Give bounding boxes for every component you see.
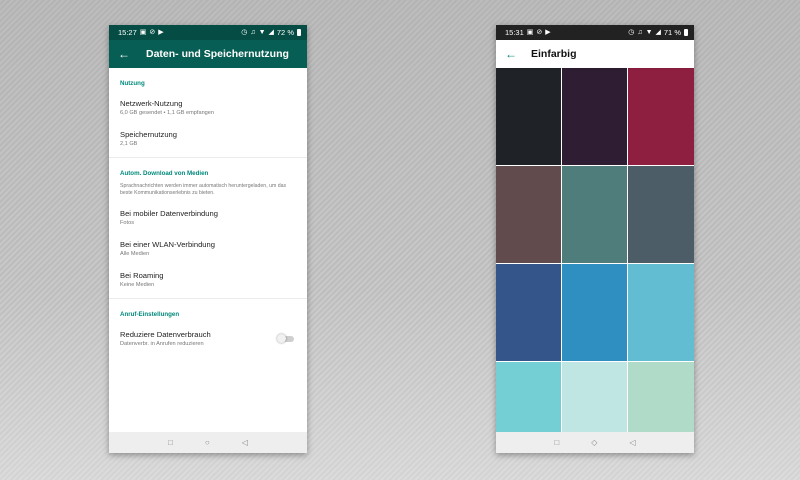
page-title: Daten- und Speichernutzung: [146, 48, 289, 60]
image-notification-icon: ▣: [526, 29, 534, 36]
color-swatch[interactable]: [628, 166, 694, 263]
setting-network-usage[interactable]: Netzwerk-Nutzung 6,0 GB gesendet • 1,1 G…: [109, 93, 307, 124]
color-swatch[interactable]: [628, 68, 694, 165]
setting-title: Bei Roaming: [120, 271, 164, 280]
battery-icon: [297, 29, 301, 36]
reduce-data-toggle[interactable]: [277, 333, 294, 343]
setting-title: Netzwerk-Nutzung: [120, 99, 183, 108]
check-circle-icon: ⊘: [536, 29, 543, 36]
color-swatch[interactable]: [562, 68, 627, 165]
section-note: Sprachnachrichten werden immer automatis…: [120, 183, 287, 196]
setting-wifi[interactable]: Bei einer WLAN-Verbindung Alle Medien: [109, 234, 307, 265]
android-nav-bar: □ ◇ ◁: [496, 432, 694, 453]
setting-subtitle: Datenverbr. in Anrufen reduzieren: [120, 341, 204, 347]
phone-data-settings: 15:27 ▣ ⊘ ▶ ◷ ♫ ▼ ◢ 72 % ← Daten- und Sp…: [109, 25, 307, 453]
color-swatch-grid: [496, 68, 694, 432]
status-bar: 15:27 ▣ ⊘ ▶ ◷ ♫ ▼ ◢ 72 %: [109, 25, 307, 40]
status-time: 15:27: [118, 28, 137, 37]
setting-title: Speichernutzung: [120, 130, 177, 139]
play-store-icon: ▶: [545, 29, 551, 36]
color-swatch[interactable]: [628, 264, 694, 361]
signal-icon: ◢: [268, 29, 274, 36]
color-swatch[interactable]: [496, 264, 561, 361]
android-nav-bar: □ ○ ◁: [109, 432, 307, 453]
setting-roaming[interactable]: Bei Roaming Keine Medien: [109, 265, 307, 296]
page-title: Einfarbig: [531, 48, 577, 60]
color-swatch[interactable]: [562, 166, 627, 263]
setting-subtitle: Alle Medien: [120, 251, 150, 257]
triangle-back-icon[interactable]: ◁: [242, 438, 248, 447]
square-icon[interactable]: □: [168, 438, 173, 447]
battery-icon: [684, 29, 688, 36]
arrow-left-icon[interactable]: ←: [118, 48, 140, 60]
battery-text: 72 %: [276, 28, 294, 37]
play-store-icon: ▶: [158, 29, 164, 36]
arrow-left-icon[interactable]: ←: [505, 48, 527, 60]
toggle-knob: [277, 333, 286, 343]
setting-subtitle: 2,1 GB: [120, 141, 138, 147]
section-header-auto-download: Autom. Download von Medien: [120, 170, 209, 177]
circle-icon[interactable]: ○: [205, 438, 210, 447]
color-swatch[interactable]: [496, 68, 561, 165]
setting-title: Bei mobiler Datenverbindung: [120, 209, 218, 218]
triangle-back-icon[interactable]: ◁: [629, 438, 635, 447]
wifi-icon: ▼: [645, 29, 653, 36]
check-circle-icon: ⊘: [149, 29, 156, 36]
app-bar: ← Einfarbig: [496, 40, 694, 68]
setting-reduce-data[interactable]: Reduziere Datenverbrauch Datenverbr. in …: [109, 324, 307, 355]
battery-text: 71 %: [663, 28, 681, 37]
alarm-icon: ◷: [241, 29, 248, 36]
mute-icon: ♫: [250, 29, 256, 36]
color-swatch[interactable]: [562, 264, 627, 361]
alarm-icon: ◷: [628, 29, 635, 36]
setting-title: Bei einer WLAN-Verbindung: [120, 240, 215, 249]
setting-subtitle: 6,0 GB gesendet • 1,1 GB empfangen: [120, 110, 215, 116]
signal-icon: ◢: [655, 29, 661, 36]
status-time: 15:31: [505, 28, 524, 37]
app-bar: ← Daten- und Speichernutzung: [109, 40, 307, 68]
color-swatch[interactable]: [496, 362, 561, 432]
image-notification-icon: ▣: [139, 29, 147, 36]
setting-subtitle: Keine Medien: [120, 282, 155, 288]
section-header-calls: Anruf-Einstellungen: [120, 311, 180, 318]
mute-icon: ♫: [637, 29, 643, 36]
phone-color-picker: 15:31 ▣ ⊘ ▶ ◷ ♫ ▼ ◢ 71 % ← Einfarbig □ ◇…: [496, 25, 694, 453]
circle-icon[interactable]: ◇: [591, 438, 597, 447]
square-icon[interactable]: □: [554, 438, 559, 447]
color-swatch[interactable]: [562, 362, 627, 432]
section-header-usage: Nutzung: [120, 80, 145, 87]
setting-storage-usage[interactable]: Speichernutzung 2,1 GB: [109, 124, 307, 155]
setting-subtitle: Fotos: [120, 220, 134, 226]
settings-list: Nutzung Netzwerk-Nutzung 6,0 GB gesendet…: [109, 68, 307, 432]
color-swatch[interactable]: [628, 362, 694, 432]
wifi-icon: ▼: [258, 29, 266, 36]
status-bar: 15:31 ▣ ⊘ ▶ ◷ ♫ ▼ ◢ 71 %: [496, 25, 694, 40]
setting-mobile-data[interactable]: Bei mobiler Datenverbindung Fotos: [109, 203, 307, 234]
color-swatch[interactable]: [496, 166, 561, 263]
setting-title: Reduziere Datenverbrauch: [120, 330, 211, 339]
